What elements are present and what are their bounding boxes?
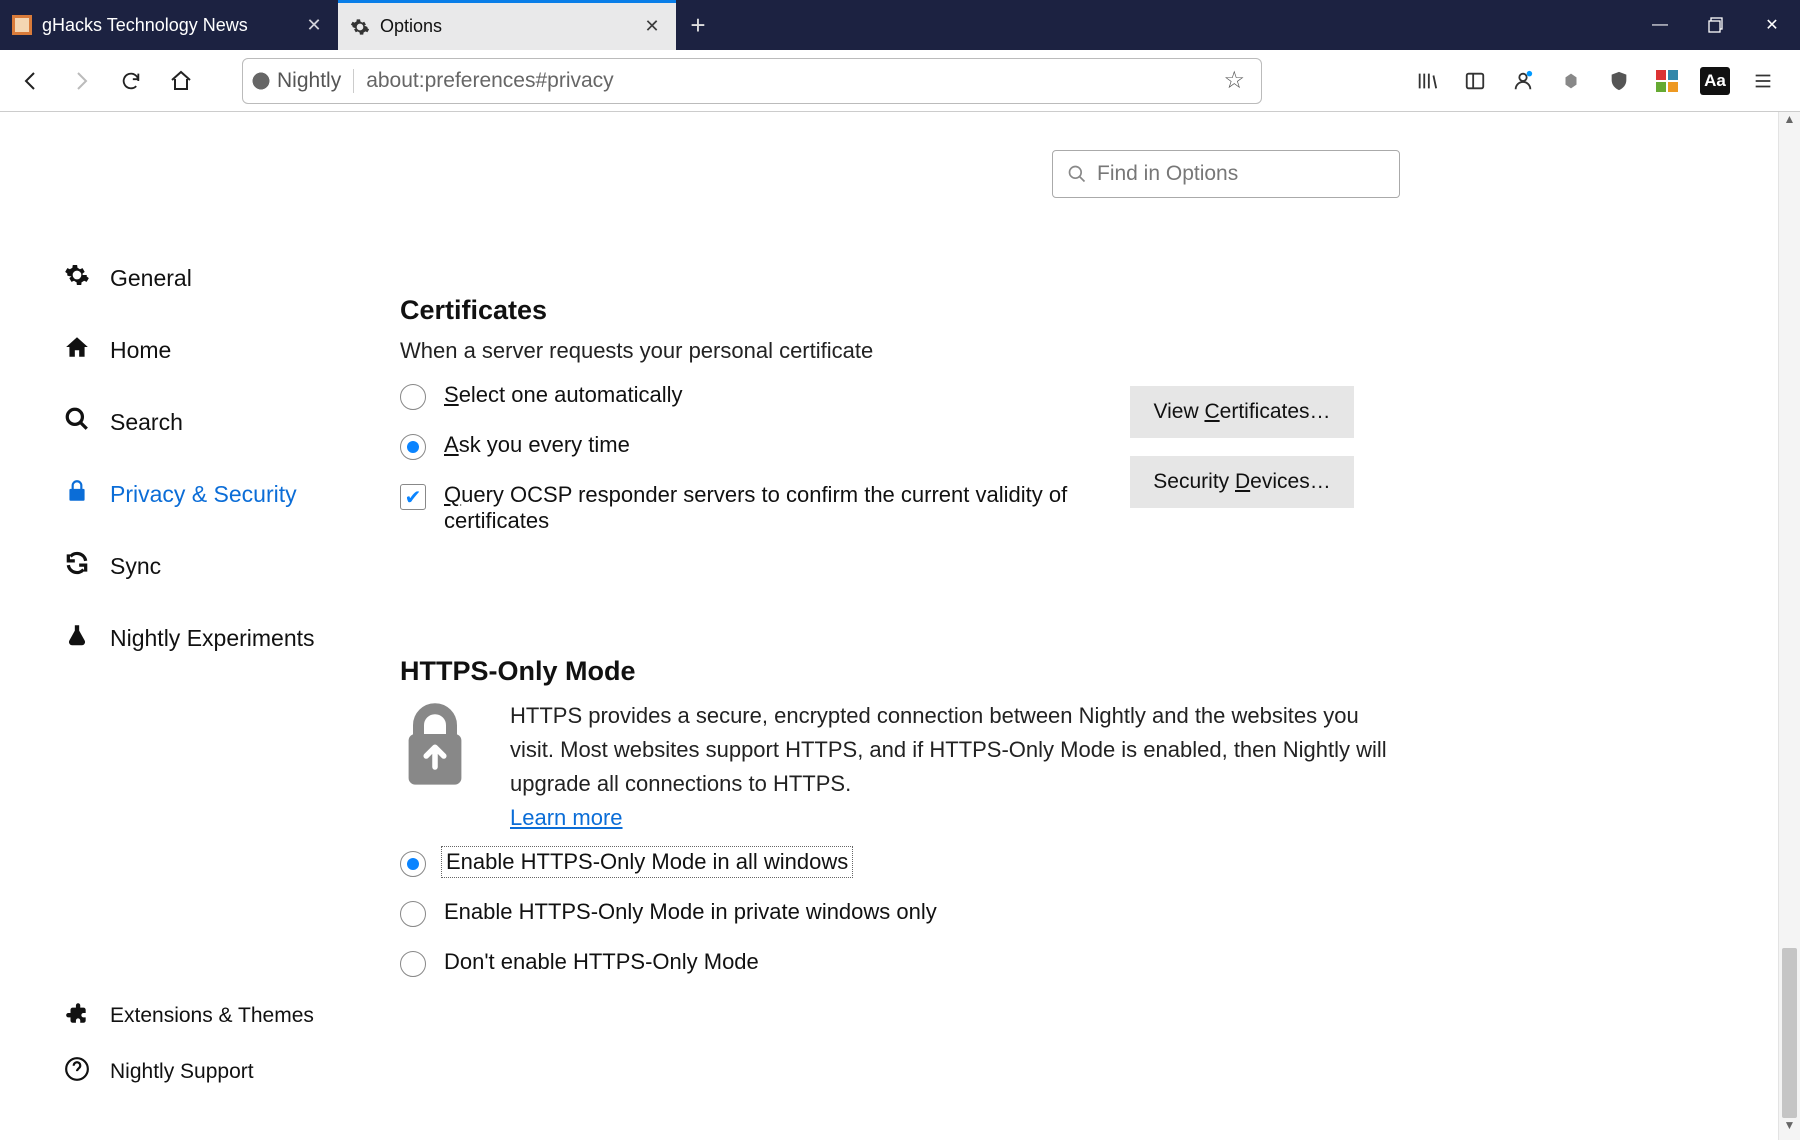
app-menu-button[interactable] <box>1740 58 1786 104</box>
url-bar[interactable]: Nightly about:preferences#privacy ☆ <box>242 58 1262 104</box>
reload-button[interactable] <box>108 58 154 104</box>
radio-https-all[interactable]: Enable HTTPS-Only Mode in all windows <box>400 849 1400 877</box>
close-window-button[interactable]: ✕ <box>1744 0 1800 50</box>
sidebar-item-experiments[interactable]: Nightly Experiments <box>62 602 400 674</box>
learn-more-link[interactable]: Learn more <box>510 805 623 830</box>
gear-icon <box>350 17 370 37</box>
section-heading: HTTPS-Only Mode <box>400 656 1400 687</box>
lock-icon <box>62 478 92 511</box>
back-button[interactable] <box>8 58 54 104</box>
preferences-main: Find in Options Certificates When a serv… <box>400 112 1800 1140</box>
sync-icon <box>62 550 92 583</box>
sidebar-item-privacy[interactable]: Privacy & Security <box>62 458 400 530</box>
sidebar-item-home[interactable]: Home <box>62 314 400 386</box>
tab-label: gHacks Technology News <box>42 15 302 36</box>
radio-https-none[interactable]: Don't enable HTTPS-Only Mode <box>400 949 1400 977</box>
gear-icon <box>62 262 92 295</box>
scrollbar-thumb[interactable] <box>1782 948 1797 1118</box>
checkbox-label: Query OCSP responder servers to confirm … <box>444 482 1084 534</box>
sidebar-item-label: Search <box>110 409 183 436</box>
sidebar-item-label: Nightly Experiments <box>110 625 315 652</box>
home-button[interactable] <box>158 58 204 104</box>
maximize-button[interactable] <box>1688 0 1744 50</box>
extension-icon[interactable] <box>1548 58 1594 104</box>
radio-label: Enable HTTPS-Only Mode in private window… <box>444 899 937 925</box>
search-placeholder: Find in Options <box>1097 162 1238 186</box>
sidebar-item-sync[interactable]: Sync <box>62 530 400 602</box>
identity-label: Nightly <box>277 69 341 93</box>
radio-label: Don't enable HTTPS-Only Mode <box>444 949 759 975</box>
bookmark-star-icon[interactable]: ☆ <box>1215 66 1253 95</box>
scroll-up-icon[interactable]: ▲ <box>1779 112 1800 134</box>
sidebar-item-label: General <box>110 265 192 292</box>
radio-https-private[interactable]: Enable HTTPS-Only Mode in private window… <box>400 899 1400 927</box>
sidebar-item-label: Extensions & Themes <box>110 1004 314 1028</box>
sidebar-support-link[interactable]: Nightly Support <box>62 1044 400 1100</box>
tab-bar: gHacks Technology News ✕ Options ✕ + — ✕ <box>0 0 1800 50</box>
tab-label: Options <box>380 16 640 37</box>
sidebar-item-label: Sync <box>110 553 161 580</box>
forward-button[interactable] <box>58 58 104 104</box>
identity-box[interactable]: Nightly <box>251 69 354 93</box>
view-certificates-button[interactable]: View Certificates… <box>1130 386 1354 438</box>
tab-options[interactable]: Options ✕ <box>338 0 676 50</box>
sidebar-extensions-link[interactable]: Extensions & Themes <box>62 988 400 1044</box>
nightly-icon <box>251 71 271 91</box>
https-description: HTTPS provides a secure, encrypted conne… <box>510 703 1387 796</box>
vertical-scrollbar[interactable]: ▲ ▼ <box>1778 112 1800 1140</box>
sidebar-toggle-icon[interactable] <box>1452 58 1498 104</box>
shield-icon[interactable] <box>1596 58 1642 104</box>
scroll-down-icon[interactable]: ▼ <box>1779 1118 1800 1140</box>
tab-ghacks[interactable]: gHacks Technology News ✕ <box>0 0 338 50</box>
sidebar-item-general[interactable]: General <box>62 242 400 314</box>
checkbox-icon: ✔ <box>400 484 426 510</box>
favicon-icon <box>12 15 32 35</box>
url-text: about:preferences#privacy <box>366 69 1215 93</box>
radio-label: Ask you every time <box>444 432 630 458</box>
new-tab-button[interactable]: + <box>676 10 720 41</box>
reader-aa-icon[interactable]: Aa <box>1692 58 1738 104</box>
radio-ask-every-time[interactable]: Ask you every time <box>400 432 1100 460</box>
sidebar-item-label: Nightly Support <box>110 1060 254 1084</box>
radio-icon <box>400 384 426 410</box>
radio-icon <box>400 901 426 927</box>
puzzle-icon <box>62 1000 92 1033</box>
section-https-only: HTTPS-Only Mode HTTPS provides a secure,… <box>400 656 1400 977</box>
preferences-sidebar: General Home Search Privacy & Security S… <box>0 112 400 1140</box>
radio-label: Select one automatically <box>444 382 682 408</box>
radio-label: Enable HTTPS-Only Mode in all windows <box>444 849 850 875</box>
radio-icon <box>400 951 426 977</box>
checkbox-ocsp[interactable]: ✔ Query OCSP responder servers to confir… <box>400 482 1100 534</box>
radio-icon <box>400 434 426 460</box>
search-icon <box>1067 164 1087 184</box>
https-lock-icon <box>400 699 470 791</box>
security-devices-button[interactable]: Security Devices… <box>1130 456 1354 508</box>
sidebar-item-label: Home <box>110 337 171 364</box>
library-icon[interactable] <box>1404 58 1450 104</box>
close-icon[interactable]: ✕ <box>640 16 664 37</box>
color-grid-icon[interactable] <box>1644 58 1690 104</box>
sidebar-item-label: Privacy & Security <box>110 481 297 508</box>
section-subtext: When a server requests your personal cer… <box>400 338 1400 364</box>
nav-toolbar: Nightly about:preferences#privacy ☆ Aa <box>0 50 1800 112</box>
section-certificates: Certificates When a server requests your… <box>400 295 1400 556</box>
radio-select-auto[interactable]: Select one automatically <box>400 382 1100 410</box>
sidebar-item-search[interactable]: Search <box>62 386 400 458</box>
minimize-button[interactable]: — <box>1632 0 1688 50</box>
find-in-options-input[interactable]: Find in Options <box>1052 150 1400 198</box>
section-heading: Certificates <box>400 295 1400 326</box>
account-icon[interactable] <box>1500 58 1546 104</box>
search-icon <box>62 406 92 439</box>
home-icon <box>62 334 92 367</box>
help-icon <box>62 1056 92 1089</box>
close-icon[interactable]: ✕ <box>302 15 326 36</box>
flask-icon <box>62 622 92 655</box>
radio-icon <box>400 851 426 877</box>
